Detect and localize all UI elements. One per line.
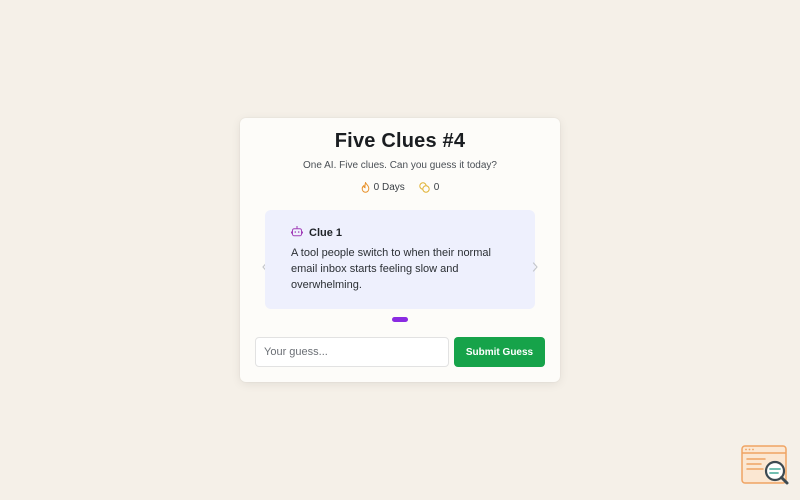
guess-input[interactable] xyxy=(255,337,449,367)
browser-search-icon[interactable] xyxy=(741,445,791,489)
streak-stat: 0 Days xyxy=(361,182,405,193)
clue-label: Clue 1 xyxy=(309,227,343,239)
next-clue-arrow-icon[interactable] xyxy=(530,260,540,272)
clue-dot-active[interactable] xyxy=(392,317,408,322)
flame-icon xyxy=(361,182,370,193)
clue-header: Clue 1 xyxy=(291,226,342,240)
robot-icon xyxy=(291,226,303,240)
clue-pagination xyxy=(240,317,560,322)
stats-row: 0 Days 0 xyxy=(240,182,560,193)
game-card: Five Clues #4 One AI. Five clues. Can yo… xyxy=(240,118,560,382)
submit-guess-button[interactable]: Submit Guess xyxy=(454,337,545,367)
game-subtitle: One AI. Five clues. Can you guess it tod… xyxy=(303,160,497,171)
coins-stat: 0 xyxy=(419,182,440,193)
clue-text: A tool people switch to when their norma… xyxy=(291,247,491,291)
game-title: Five Clues #4 xyxy=(334,130,466,152)
coins-value: 0 xyxy=(433,182,440,193)
streak-label: 0 Days xyxy=(373,182,405,193)
clue-card: Clue 1 A tool people switch to when thei… xyxy=(265,210,535,309)
coins-icon xyxy=(419,182,430,193)
